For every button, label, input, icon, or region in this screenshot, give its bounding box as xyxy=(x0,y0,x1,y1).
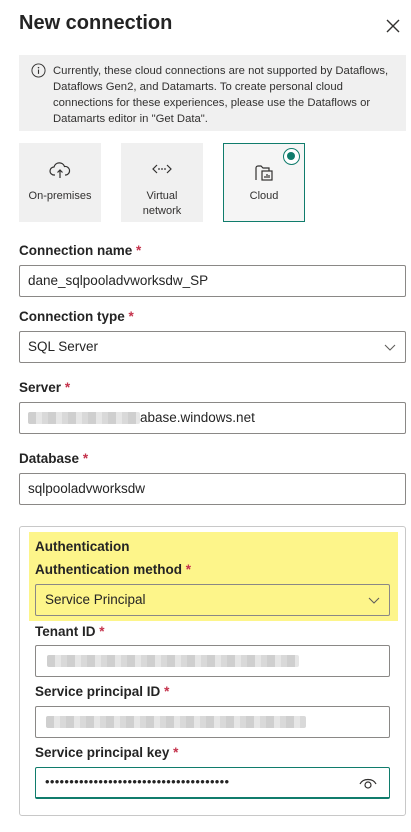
tile-label: Cloud xyxy=(249,190,279,202)
info-message: Currently, these cloud connections are n… xyxy=(53,65,389,125)
close-button[interactable] xyxy=(383,16,403,36)
service-principal-key-label: Service principal key * xyxy=(35,745,179,760)
database-input[interactable]: sqlpooladvworksdw xyxy=(19,473,406,505)
authentication-heading: Authentication xyxy=(35,539,130,554)
authentication-method-label: Authentication method * xyxy=(35,562,192,577)
tenant-id-input[interactable] xyxy=(35,645,390,677)
tenant-id-label: Tenant ID * xyxy=(35,624,105,639)
virtual-network-icon xyxy=(152,164,172,174)
cloud-gateway-icon xyxy=(49,162,71,178)
service-principal-id-label: Service principal ID * xyxy=(35,684,170,699)
server-input[interactable]: abase.windows.net xyxy=(19,402,406,434)
connection-type-select[interactable]: SQL Server xyxy=(19,331,406,363)
dialog-title: New connection xyxy=(19,12,173,34)
tile-label: On-premises xyxy=(28,190,92,202)
eye-icon[interactable] xyxy=(359,776,377,790)
service-principal-key-input[interactable]: •••••••••••••••••••••••••••••••••••••• xyxy=(35,767,390,799)
cloud-report-icon xyxy=(255,165,273,181)
chevron-down-icon xyxy=(368,597,380,604)
redacted-value xyxy=(28,412,140,425)
redacted-value xyxy=(46,716,306,729)
chevron-down-icon xyxy=(384,344,396,351)
tile-cloud[interactable]: Cloud xyxy=(223,143,305,222)
service-principal-id-input[interactable] xyxy=(35,706,390,738)
info-icon xyxy=(31,63,46,78)
connection-type-label: Connection type * xyxy=(19,309,134,324)
connection-name-label: Connection name * xyxy=(19,243,142,258)
server-label: Server * xyxy=(19,380,71,395)
connection-name-input[interactable]: dane_sqlpooladvworksdw_SP xyxy=(19,265,406,297)
authentication-method-select[interactable]: Service Principal xyxy=(35,584,390,616)
close-icon xyxy=(386,19,400,33)
database-label: Database * xyxy=(19,451,89,466)
tile-label: Virtual network xyxy=(142,190,182,217)
redacted-value xyxy=(47,655,299,668)
tile-on-premises[interactable]: On-premises xyxy=(19,143,101,222)
tile-virtual-network[interactable]: Virtual network xyxy=(121,143,203,222)
info-banner: Currently, these cloud connections are n… xyxy=(19,55,406,131)
